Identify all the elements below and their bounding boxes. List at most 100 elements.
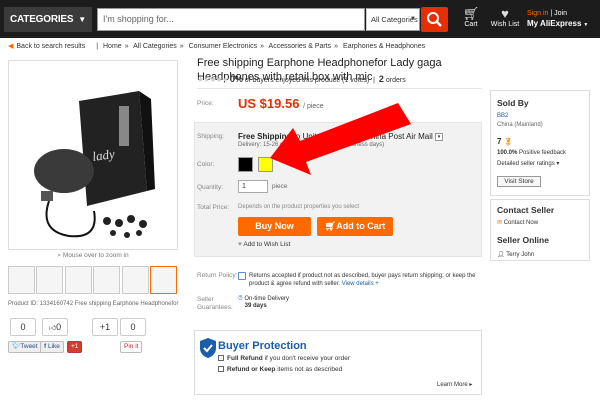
learn-more-link[interactable]: Learn More ▸ xyxy=(437,381,472,388)
categories-menu-button[interactable]: CATEGORIES ▼ xyxy=(4,7,92,32)
contact-now-label: Contact Now xyxy=(503,220,539,226)
account-menu[interactable]: Sign in | Join My AliExpress ▼ xyxy=(527,9,588,30)
thumbnail-selected[interactable] xyxy=(150,266,177,294)
like-label: Like xyxy=(47,343,60,350)
search-icon xyxy=(427,12,442,27)
cart-button[interactable]: 🛒︎ Cart xyxy=(460,6,482,29)
color-label: Color: xyxy=(197,161,215,168)
breadcrumb-separator: | xyxy=(96,43,99,50)
chevron-down-icon: ▼ xyxy=(583,22,589,28)
view-details-link[interactable]: View details + xyxy=(342,281,379,287)
price-label: Price: xyxy=(197,100,214,107)
breadcrumb-separator: » xyxy=(124,43,129,50)
plusone-count: +1 xyxy=(92,318,118,336)
thumbnail[interactable] xyxy=(122,266,149,294)
rating-text: of buyers enjoyed this product! (1 votes… xyxy=(244,77,370,84)
svg-text:lady: lady xyxy=(91,146,115,164)
total-price-text: Depends on the product properties you se… xyxy=(238,204,360,210)
add-to-wishlist-link[interactable]: ♥ Add to Wish List xyxy=(238,241,290,248)
back-to-search-link[interactable]: Back to search results xyxy=(16,43,85,50)
breadcrumb: ◀ Back to search results | Home» All Cate… xyxy=(8,42,598,50)
breadcrumb-item-consumer-electronics[interactable]: Consumer Electronics xyxy=(189,43,257,50)
ontime-label: On-time Delivery xyxy=(244,296,290,302)
shipping-dropdown-button[interactable]: ▾ xyxy=(435,132,443,141)
search-button[interactable] xyxy=(421,7,448,32)
positive-feedback: 100.0% Positive feedback xyxy=(497,150,566,156)
seller-ratings-link[interactable]: Detailed seller ratings ▾ xyxy=(497,160,559,167)
seller-guarantees-label: Seller Guarantees: xyxy=(197,296,233,311)
wishlist-label: Wish List xyxy=(490,21,520,28)
google-plus-button[interactable]: +1 xyxy=(67,341,83,353)
checkbox-icon xyxy=(218,366,224,373)
medal-icon: 🏅︎ xyxy=(503,139,513,146)
person-icon: 👤︎ xyxy=(497,252,505,258)
clock-icon: ⏰︎ xyxy=(238,296,243,302)
breadcrumb-item-accessories[interactable]: Accessories & Parts xyxy=(269,43,332,50)
color-swatch-black[interactable] xyxy=(238,157,253,172)
thumbnail[interactable] xyxy=(93,266,120,294)
product-main-image[interactable]: lady xyxy=(8,60,178,250)
chat-icon: ✉ xyxy=(497,220,503,226)
price-unit: / piece xyxy=(303,103,324,110)
sign-in-link[interactable]: Sign in xyxy=(527,10,548,17)
shield-icon xyxy=(200,338,216,358)
seller-score: 7 🏅︎ xyxy=(497,137,513,146)
free-shipping-text: Free Shipping xyxy=(238,132,292,141)
pinterest-button[interactable]: Pin it xyxy=(120,341,143,353)
online-seller[interactable]: 👤︎ Terry John xyxy=(497,251,534,258)
thumbnail[interactable] xyxy=(65,266,92,294)
shipping-label: Shipping: xyxy=(197,133,225,140)
wishlist-link-label: Add to Wish List xyxy=(243,241,291,248)
breadcrumb-item-home[interactable]: Home xyxy=(103,43,122,50)
wishlist-button[interactable]: ♥ Wish List xyxy=(489,7,521,29)
cart-icon: 🛒︎ xyxy=(462,6,480,21)
orders-label: orders xyxy=(385,77,406,84)
thumbnail[interactable] xyxy=(8,266,35,294)
buy-now-button[interactable]: Buy Now xyxy=(238,217,311,236)
tweet-button[interactable]: 🐦︎Tweet xyxy=(8,341,42,353)
star-rating-icon: ★★★★★ xyxy=(197,75,229,84)
share-count: 0 xyxy=(10,318,36,336)
like-count: 👍︎0 xyxy=(42,318,68,336)
store-name-link[interactable]: BB2 xyxy=(497,113,508,119)
seller-online-title: Seller Online xyxy=(497,235,549,245)
heart-icon: ♥ xyxy=(238,241,242,248)
pin-count: 0 xyxy=(120,318,146,336)
price-value: US $19.56 / piece xyxy=(238,96,324,111)
zoom-hint-text: Mouse over to zoom in xyxy=(62,252,129,259)
breadcrumb-item-earphones[interactable]: Earphones & Headphones xyxy=(343,43,425,50)
breadcrumb-item-all-categories[interactable]: All Categories xyxy=(133,43,177,50)
color-swatch-yellow[interactable] xyxy=(258,157,273,172)
cart-label: Cart xyxy=(464,21,478,28)
contact-seller-title: Contact Seller xyxy=(497,205,555,215)
join-link[interactable]: | Join xyxy=(550,10,567,17)
thumbnail[interactable] xyxy=(36,266,63,294)
breadcrumb-separator: » xyxy=(334,43,339,50)
search-placeholder: I'm shopping for... xyxy=(103,14,174,24)
chevron-down-icon: ▼ xyxy=(410,16,416,22)
visit-store-button[interactable]: Visit Store xyxy=(497,176,541,187)
seller-ratings-label: Detailed seller ratings xyxy=(497,161,555,167)
shipping-destination: to United States via China Post Air Mail xyxy=(293,132,433,141)
plusone-label: +1 xyxy=(71,343,79,350)
breadcrumb-separator: » xyxy=(179,43,184,50)
my-aliexpress-link[interactable]: My AliExpress xyxy=(527,19,581,28)
add-to-cart-label: Add to Cart xyxy=(336,221,386,231)
delivery-estimate: Delivery: 15-26 days (ships out within 3… xyxy=(238,142,385,148)
refund-or-keep-line: Refund or Keep items not as described xyxy=(218,366,342,373)
facebook-icon: f xyxy=(44,343,47,350)
refund-or-keep-label: Refund or Keep xyxy=(227,366,276,373)
feedback-pct: 100.0% xyxy=(497,150,518,156)
feedback-label: Positive feedback xyxy=(519,150,567,156)
zoom-hint: ⌕ Mouse over to zoom in xyxy=(8,252,178,260)
facebook-like-button[interactable]: f Like xyxy=(40,341,64,353)
category-select[interactable]: All Categories ▼ xyxy=(366,8,420,31)
return-policy-text: Returns accepted if product not as descr… xyxy=(238,272,483,288)
product-photo: lady xyxy=(34,91,155,238)
quantity-input[interactable]: 1 xyxy=(238,180,268,193)
contact-now-link[interactable]: ✉ Contact Now xyxy=(497,219,538,226)
search-input[interactable]: I'm shopping for... xyxy=(97,8,365,31)
add-to-cart-button[interactable]: 🛒︎Add to Cart xyxy=(317,217,393,236)
back-arrow-icon: ◀ xyxy=(8,43,14,50)
refund-or-keep-text: items not as described xyxy=(277,366,343,373)
